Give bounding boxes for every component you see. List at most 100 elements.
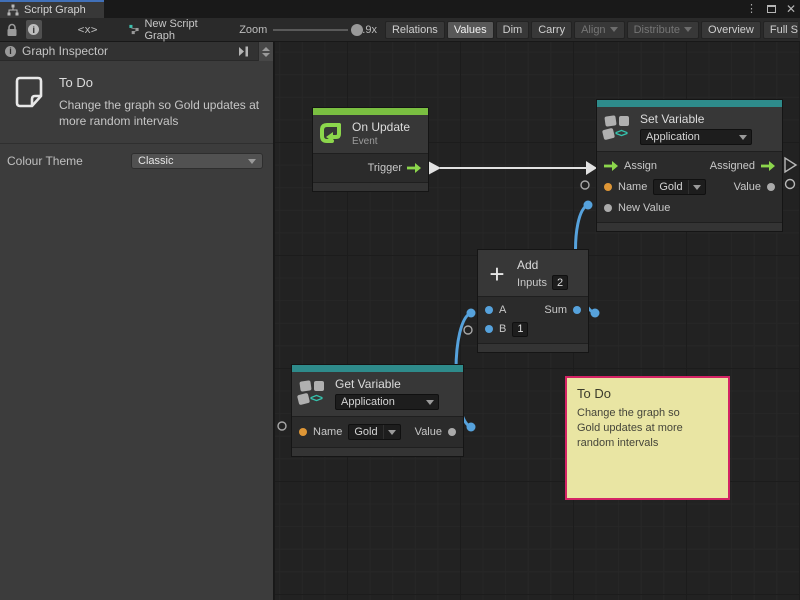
graph-inspector-title: Graph Inspector xyxy=(22,44,108,58)
todo-description: Change the graph so Gold updates at more… xyxy=(59,97,263,129)
chevron-down-icon xyxy=(426,400,434,405)
window-menu-icon[interactable]: ⋮ xyxy=(746,4,757,15)
assign-port-label: Assign xyxy=(624,160,657,172)
new-script-graph-button[interactable]: New Script Graph xyxy=(129,18,211,42)
values-button[interactable]: Values xyxy=(447,21,494,39)
node-add[interactable]: + Add Inputs 2 A Sum xyxy=(478,250,588,352)
node-footer xyxy=(478,343,588,352)
chevron-down-icon xyxy=(739,135,747,140)
flow-output-port[interactable] xyxy=(407,163,421,173)
variable-name-dropdown[interactable]: Gold xyxy=(348,424,400,440)
panel-scroll-arrows[interactable] xyxy=(258,42,273,61)
todo-title: To Do xyxy=(59,75,263,90)
colour-theme-select[interactable]: Classic xyxy=(131,153,263,169)
code-view-icon[interactable]: <x> xyxy=(78,23,98,36)
graph-inspector-panel: i Graph Inspector To Do Change the graph… xyxy=(0,42,274,600)
dock-panel-icon[interactable] xyxy=(237,46,249,60)
script-graph-window: Script Graph ⋮ ✕ i <x> New Script xyxy=(0,0,800,600)
zoom-slider[interactable] xyxy=(273,23,348,37)
lock-icon[interactable] xyxy=(6,23,18,37)
variable-scope-dropdown[interactable]: Application xyxy=(640,129,752,145)
unconnected-port-indicator xyxy=(786,180,795,189)
zoom-slider-handle[interactable] xyxy=(351,24,363,36)
node-title: On Update xyxy=(352,120,410,134)
plus-icon: + xyxy=(484,261,510,287)
chevron-down-icon xyxy=(610,27,618,32)
align-button[interactable]: Align xyxy=(574,21,624,39)
node-set-variable[interactable]: <> Set Variable Application Assign xyxy=(597,100,782,231)
overview-button[interactable]: Overview xyxy=(701,21,761,39)
variable-icon: <> xyxy=(603,115,633,142)
node-footer xyxy=(292,447,463,456)
flow-output-port[interactable] xyxy=(761,161,775,171)
inspector-toggle-button[interactable]: i xyxy=(26,20,42,39)
sticky-note-icon xyxy=(12,74,46,110)
b-port-label: B xyxy=(499,323,506,335)
sticky-note-text: Change the graph so Gold updates at more… xyxy=(577,406,692,451)
value-port-label: Value xyxy=(415,426,442,438)
new-value-port[interactable] xyxy=(604,204,612,212)
node-get-variable[interactable]: <> Get Variable Application Name Gold xyxy=(292,365,463,456)
name-port[interactable] xyxy=(299,428,307,436)
unconnected-flow-indicator xyxy=(785,158,796,172)
node-title: Set Variable xyxy=(640,112,752,126)
control-wire[interactable] xyxy=(428,161,597,175)
dim-button[interactable]: Dim xyxy=(496,21,530,39)
graph-canvas[interactable]: On Update Event Trigger xyxy=(275,42,800,600)
value-port[interactable] xyxy=(448,428,456,436)
colour-theme-value: Classic xyxy=(138,155,173,167)
node-footer xyxy=(313,182,428,191)
chevron-down-icon xyxy=(248,159,256,164)
info-icon: i xyxy=(28,24,39,35)
variable-color-bar xyxy=(597,100,782,107)
value-port[interactable] xyxy=(767,183,775,191)
variable-name-dropdown[interactable]: Gold xyxy=(653,179,705,195)
tab-script-graph[interactable]: Script Graph xyxy=(0,0,104,18)
scroll-down-icon[interactable] xyxy=(262,53,270,57)
colour-theme-label: Colour Theme xyxy=(7,154,83,168)
assigned-port-label: Assigned xyxy=(710,160,755,172)
distribute-button[interactable]: Distribute xyxy=(627,21,699,39)
new-script-graph-label: New Script Graph xyxy=(144,18,211,42)
name-port[interactable] xyxy=(604,183,612,191)
scroll-up-icon[interactable] xyxy=(262,47,270,51)
unconnected-port-indicator xyxy=(464,326,472,334)
variable-icon: <> xyxy=(298,380,328,407)
sticky-note[interactable]: To Do Change the graph so Gold updates a… xyxy=(565,376,730,500)
trigger-port-label: Trigger xyxy=(368,162,402,174)
close-icon[interactable]: ✕ xyxy=(786,3,796,15)
tab-label: Script Graph xyxy=(24,4,86,16)
graph-icon xyxy=(7,4,19,16)
b-port[interactable] xyxy=(485,325,493,333)
variable-color-bar xyxy=(292,365,463,372)
zoom-label: Zoom xyxy=(239,24,267,36)
graph-toolbar: i <x> New Script Graph Zoom 0.9x Relatio… xyxy=(0,18,800,42)
chevron-down-icon xyxy=(388,430,396,435)
sum-port-label: Sum xyxy=(544,304,567,316)
node-on-update[interactable]: On Update Event Trigger xyxy=(313,108,428,191)
info-icon: i xyxy=(5,46,16,57)
chevron-down-icon xyxy=(693,185,701,190)
flow-input-port[interactable] xyxy=(604,161,618,171)
variable-scope-dropdown[interactable]: Application xyxy=(335,394,439,410)
name-port-label: Name xyxy=(313,426,342,438)
value-port-label: Value xyxy=(734,181,761,193)
zoom-slider-track xyxy=(273,29,348,31)
new-value-port-label: New Value xyxy=(618,202,670,214)
relations-button[interactable]: Relations xyxy=(385,21,445,39)
maximize-icon[interactable] xyxy=(767,5,776,13)
carry-button[interactable]: Carry xyxy=(531,21,572,39)
script-graph-icon xyxy=(129,23,139,36)
update-loop-icon xyxy=(319,121,345,146)
full-screen-button[interactable]: Full S xyxy=(763,21,798,39)
node-title: Get Variable xyxy=(335,377,439,391)
a-port[interactable] xyxy=(485,306,493,314)
a-port-label: A xyxy=(499,304,506,316)
inputs-count-field[interactable]: 2 xyxy=(552,275,568,290)
sum-port[interactable] xyxy=(573,306,581,314)
b-value-field[interactable]: 1 xyxy=(512,322,528,337)
sticky-note-title: To Do xyxy=(577,386,718,401)
inputs-label: Inputs xyxy=(517,277,547,289)
graph-inspector-header: i Graph Inspector xyxy=(0,42,273,61)
node-subtitle: Event xyxy=(352,136,410,147)
